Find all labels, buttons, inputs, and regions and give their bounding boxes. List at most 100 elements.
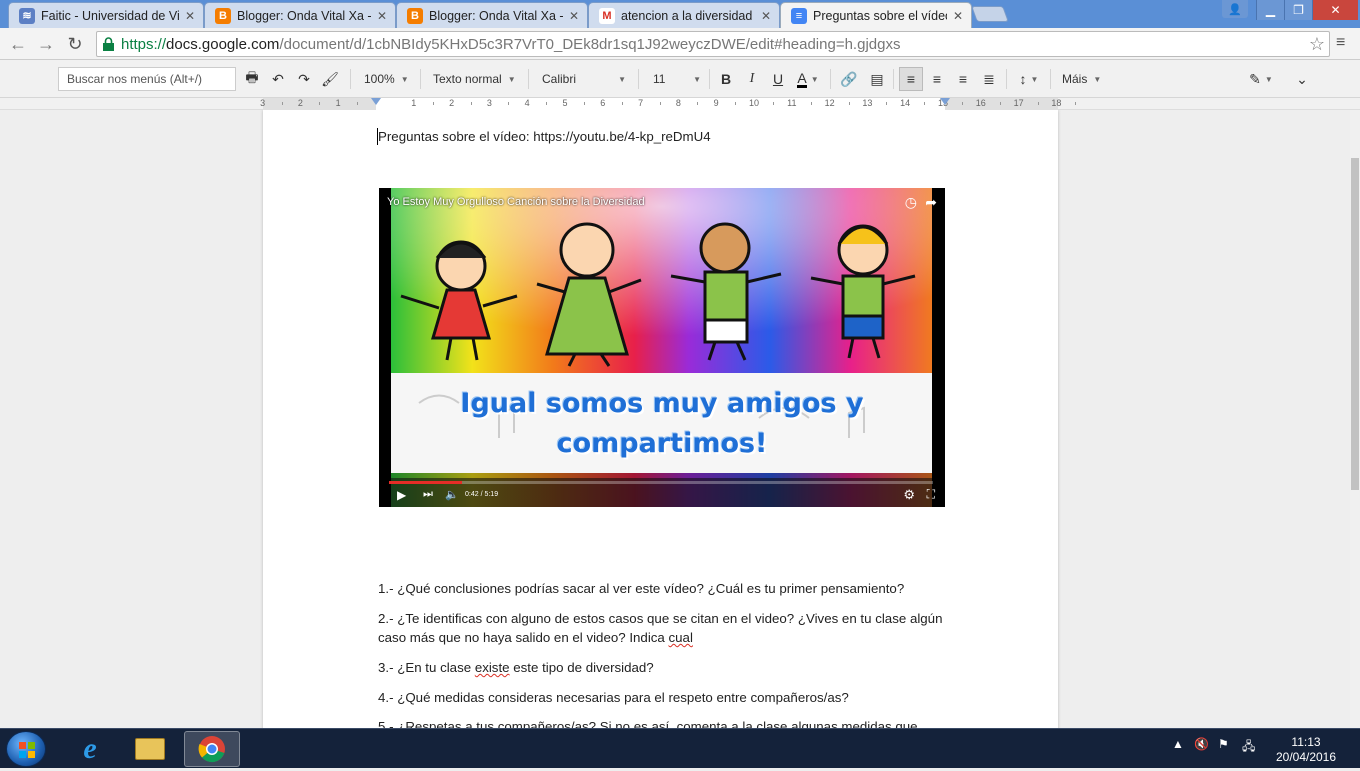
ruler-tick [735,102,737,105]
tab-faitic[interactable]: ≋ Faitic - Universidad de Vig ✕ [8,2,204,28]
embedded-video[interactable]: Yo Estoy Muy Orgulloso Canción sobre la … [379,188,945,507]
fullscreen-icon[interactable]: ⛶ [927,487,935,502]
align-left-icon[interactable]: ≡ [899,67,923,91]
misspelled-word[interactable]: cual [669,630,693,645]
network-icon[interactable]: 🖧 [1242,737,1255,758]
document-canvas: Preguntas sobre el vídeo: https://youtu.… [0,110,1350,728]
forward-icon[interactable]: → [34,32,58,56]
align-center-icon[interactable]: ≡ [928,67,946,91]
comment-icon[interactable]: ▤ [868,67,886,91]
chrome-taskbar-icon[interactable] [184,731,240,767]
maximize-icon[interactable]: ❐ [1284,0,1312,20]
close-tab-icon[interactable]: ✕ [567,9,581,23]
ruler-label: 5 [562,98,568,108]
ruler-tick [319,102,321,105]
font-size-select[interactable]: 11 ▼ [649,67,701,91]
line-spacing-icon[interactable]: ↕ ▼ [1014,67,1044,91]
chevron-down-icon: ▼ [693,74,701,84]
print-icon[interactable]: 🖶 [244,67,260,91]
show-hidden-icons[interactable]: ▲ [1172,737,1184,751]
collapse-menu-icon[interactable]: ⌄ [1292,67,1312,91]
new-tab-button[interactable] [971,6,1009,22]
bookmark-star-icon[interactable]: ☆ [1309,34,1325,55]
ruler-tick [1075,102,1077,105]
question-3[interactable]: 3.- ¿En tu clase existe este tipo de div… [378,658,654,677]
lock-icon [103,37,114,51]
close-tab-icon[interactable]: ✕ [183,9,197,23]
tab-blogger-1[interactable]: B Blogger: Onda Vital Xa - T ✕ [204,2,396,28]
caption-line-1: Igual somos muy amigos y [460,388,864,419]
question-5[interactable]: 5.- ¿Respetas a tus compañeros/as? Si no… [378,717,918,728]
italic-button[interactable]: I [744,67,760,91]
question-2-line-2[interactable]: caso más que no haya salido en el video?… [378,628,693,647]
user-profile-icon[interactable]: 👤 [1222,0,1248,18]
action-center-icon[interactable]: ⚑ [1218,737,1229,751]
reload-icon[interactable]: ↻ [63,32,87,56]
ruler-label: 3 [486,98,492,108]
close-window-icon[interactable]: ✕ [1312,0,1358,20]
start-button[interactable] [6,731,46,767]
bold-button[interactable]: B [718,67,734,91]
ruler-tick [810,102,812,105]
tab-docs[interactable]: ≡ Preguntas sobre el vídeo ( ✕ [780,2,972,29]
docs-toolbar: Buscar nos menús (Alt+/) 🖶 ↶ ↷ 🖌 100% ▼ T… [0,60,1360,98]
video-title[interactable]: Yo Estoy Muy Orgulloso Canción sobre la … [387,196,645,208]
scrollbar-thumb[interactable] [1351,158,1359,490]
volume-icon[interactable]: 🔈 [445,488,459,501]
ruler-label: 18 [1051,98,1062,108]
font-size-value: 11 [653,72,666,86]
editing-mode-pencil-icon[interactable]: ✎ ▼ [1244,67,1278,91]
text-color-button[interactable]: A ▼ [794,67,822,91]
undo-icon[interactable]: ↶ [270,67,286,91]
intro-line[interactable]: Preguntas sobre el vídeo: https://youtu.… [378,127,711,146]
redo-icon[interactable]: ↷ [296,67,312,91]
settings-gear-icon[interactable]: ⚙ [903,487,915,503]
url-input[interactable]: https://docs.google.com/document/d/1cbNB… [96,31,1330,57]
align-justify-icon[interactable]: ≣ [980,67,998,91]
ruler-tick [1037,102,1039,105]
play-icon[interactable]: ▶ [397,488,406,502]
underline-button[interactable]: U [770,67,786,91]
ruler-tick [621,102,623,105]
ruler-label: 7 [638,98,644,108]
ruler-label: 12 [824,98,835,108]
share-icon[interactable]: ➦ [925,194,937,211]
paint-format-icon[interactable]: 🖌 [321,67,339,91]
tab-blogger-2[interactable]: B Blogger: Onda Vital Xa - C ✕ [396,2,588,28]
caption-line-2: compartimos! [556,428,768,459]
minimize-icon[interactable]: ▁ [1256,0,1284,20]
question-2-line-1[interactable]: 2.- ¿Te identificas con alguno de estos … [378,609,942,628]
video-progress-track[interactable] [389,481,933,484]
zoom-select[interactable]: 100% ▼ [360,67,416,91]
close-tab-icon[interactable]: ✕ [951,9,965,23]
align-right-icon[interactable]: ≡ [954,67,972,91]
close-tab-icon[interactable]: ✕ [759,9,773,23]
video-caption: Igual somos muy amigos y compartimos! [379,384,945,464]
misspelled-word[interactable]: existe [475,660,510,675]
chevron-down-icon: ▼ [810,74,819,84]
ruler-label: 3 [260,98,266,108]
question-1[interactable]: 1.- ¿Qué conclusiones podrías sacar al v… [378,579,904,598]
chevron-down-icon: ▼ [618,74,626,84]
system-clock[interactable]: 11:13 20/04/2016 [1268,735,1344,765]
address-bar-row: ← → ↻ https://docs.google.com/document/d… [0,28,1360,60]
close-tab-icon[interactable]: ✕ [375,9,389,23]
style-select[interactable]: Texto normal ▼ [429,67,521,91]
next-icon[interactable]: ⏭ [423,488,433,501]
question-4[interactable]: 4.- ¿Qué medidas consideras necesarias p… [378,688,849,707]
font-select[interactable]: Calibri ▼ [538,67,626,91]
ruler-label: 1 [411,98,417,108]
chrome-menu-icon[interactable]: ≡ [1336,34,1345,52]
more-button[interactable]: Máis ▼ [1058,67,1104,91]
speaker-muted-icon[interactable]: 🔇 [1194,737,1209,751]
back-icon[interactable]: ← [6,32,30,56]
file-explorer-icon[interactable] [122,731,178,767]
tab-gmail[interactable]: M atencion a la diversidad - ✕ [588,2,780,28]
question-3-text: 3.- ¿En tu clase [378,660,475,675]
watch-later-icon[interactable]: ◷ [905,194,917,211]
link-icon[interactable]: 🔗 [840,67,858,91]
ruler-tick [281,102,283,105]
faitic-icon: ≋ [19,7,35,24]
internet-explorer-icon[interactable]: e [62,731,118,767]
menu-search-input[interactable]: Buscar nos menús (Alt+/) [58,67,236,91]
